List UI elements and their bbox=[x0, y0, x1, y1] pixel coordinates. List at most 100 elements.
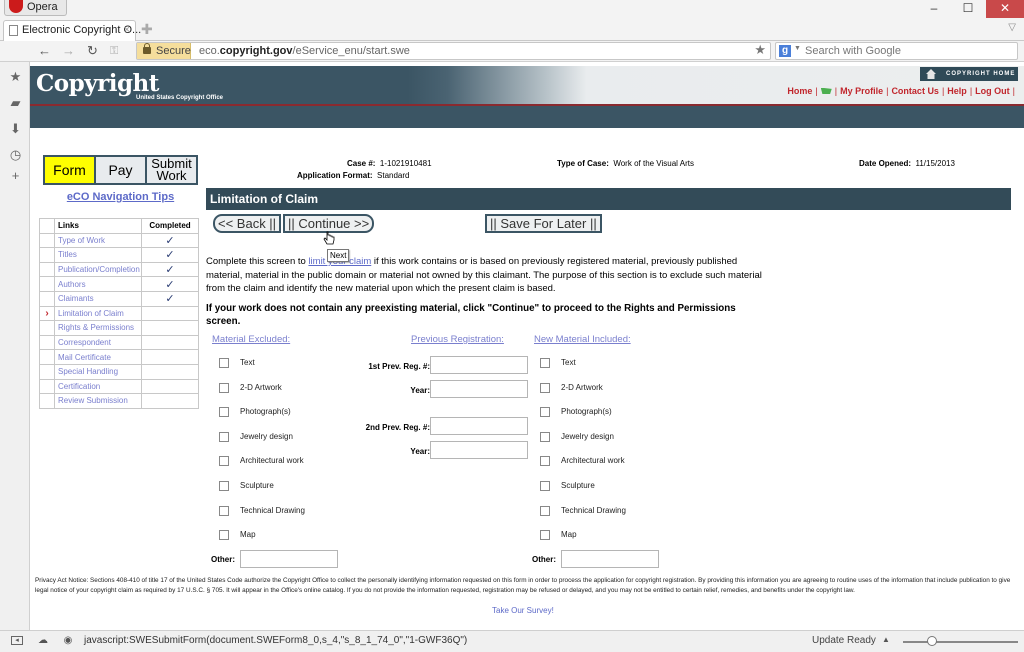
survey-link[interactable]: Take Our Survey! bbox=[492, 606, 554, 615]
first-reg-input[interactable] bbox=[430, 356, 528, 374]
navigation-tips-link[interactable]: eCO Navigation Tips bbox=[43, 191, 198, 203]
new-material-checkbox[interactable] bbox=[540, 456, 550, 467]
format-value: Standard bbox=[377, 171, 410, 180]
link-row[interactable]: Rights & Permissions bbox=[39, 320, 199, 336]
link-label[interactable]: Certification bbox=[54, 378, 142, 395]
link-label[interactable]: Titles bbox=[54, 247, 142, 263]
cart-icon[interactable] bbox=[820, 87, 832, 95]
tab-menu-icon[interactable]: ▽ bbox=[1008, 22, 1016, 33]
update-ready[interactable]: Update Ready bbox=[812, 635, 876, 646]
link-label[interactable]: Publication/Completion bbox=[54, 261, 142, 278]
link-row[interactable]: Certification bbox=[39, 378, 199, 395]
link-label[interactable]: Review Submission bbox=[54, 393, 142, 409]
new-material-checkbox[interactable] bbox=[540, 382, 550, 393]
home-link[interactable]: Home bbox=[787, 86, 812, 96]
material-excluded-header[interactable]: Material Excluded: bbox=[212, 334, 290, 345]
first-year-input[interactable] bbox=[430, 380, 528, 398]
excluded-checkbox[interactable] bbox=[219, 382, 229, 393]
new-material-checkbox[interactable] bbox=[540, 358, 550, 368]
new-tab-icon[interactable]: ✚ bbox=[141, 21, 153, 38]
second-reg-input[interactable] bbox=[430, 417, 528, 435]
checkmark-icon bbox=[141, 393, 199, 409]
forward-arrow-icon[interactable]: → bbox=[62, 42, 75, 60]
excluded-checkbox[interactable] bbox=[219, 505, 229, 516]
new-material-header[interactable]: New Material Included: bbox=[534, 334, 631, 345]
bookmarks-star-icon[interactable]: ★ bbox=[9, 70, 22, 83]
link-row[interactable]: Special Handling bbox=[39, 363, 199, 380]
link-row[interactable]: Mail Certificate bbox=[39, 349, 199, 365]
help-link[interactable]: Help bbox=[947, 86, 967, 96]
new-material-checkbox[interactable] bbox=[540, 530, 550, 541]
link-label[interactable]: Authors bbox=[54, 276, 142, 292]
history-clock-icon[interactable]: ◷ bbox=[9, 148, 22, 161]
link-label[interactable]: Correspondent bbox=[54, 334, 142, 351]
add-panel-icon[interactable]: + bbox=[9, 169, 22, 182]
excluded-checkbox[interactable] bbox=[219, 358, 229, 368]
excluded-checkbox[interactable] bbox=[219, 481, 229, 491]
my-profile-link[interactable]: My Profile bbox=[840, 86, 883, 96]
link-row[interactable]: Authors ✓ bbox=[39, 276, 199, 292]
cloud-icon[interactable]: ☁ bbox=[37, 636, 49, 646]
link-row[interactable]: Correspondent bbox=[39, 334, 199, 351]
link-label[interactable]: Type of Work bbox=[54, 232, 142, 249]
maximize-button[interactable]: ☐ bbox=[954, 0, 982, 18]
reload-icon[interactable]: ↻ bbox=[87, 42, 98, 60]
new-material-other-input[interactable] bbox=[561, 550, 659, 568]
google-icon[interactable]: g bbox=[779, 45, 791, 57]
new-material-checkbox[interactable] bbox=[540, 407, 550, 418]
step-pay[interactable]: Pay bbox=[96, 157, 145, 183]
bookmark-star-icon[interactable]: ★ bbox=[754, 42, 766, 58]
excluded-other-input[interactable] bbox=[240, 550, 338, 568]
step-submit-work[interactable]: Submit Work bbox=[147, 157, 196, 183]
new-material-checkbox-label: Text bbox=[561, 358, 576, 367]
link-label[interactable]: Mail Certificate bbox=[54, 349, 142, 365]
chevron-down-icon[interactable]: ▼ bbox=[794, 45, 801, 52]
link-row[interactable]: Publication/Completion ✓ bbox=[39, 261, 199, 278]
link-label[interactable]: Claimants bbox=[54, 290, 142, 307]
url-text[interactable]: eco.copyright.gov/eService_enu/start.swe bbox=[199, 43, 410, 59]
link-row[interactable]: › Limitation of Claim bbox=[39, 305, 199, 322]
opera-menu-button[interactable]: Opera bbox=[4, 0, 67, 16]
step-form[interactable]: Form bbox=[45, 157, 94, 183]
contact-us-link[interactable]: Contact Us bbox=[891, 86, 939, 96]
back-button[interactable]: << Back || bbox=[213, 214, 282, 233]
minimize-button[interactable]: – bbox=[920, 0, 948, 18]
second-year-input[interactable] bbox=[430, 441, 528, 459]
close-window-button[interactable]: ✕ bbox=[986, 0, 1024, 18]
link-label[interactable]: Limitation of Claim bbox=[54, 305, 142, 322]
zoom-slider[interactable] bbox=[903, 641, 1018, 643]
secure-badge[interactable]: Secure bbox=[137, 43, 191, 59]
previous-registration-header[interactable]: Previous Registration: bbox=[411, 334, 504, 345]
new-material-checkbox[interactable] bbox=[540, 505, 550, 516]
save-for-later-button[interactable]: || Save For Later || bbox=[485, 214, 602, 233]
excluded-checkbox[interactable] bbox=[219, 407, 229, 418]
excluded-checkbox[interactable] bbox=[219, 530, 229, 541]
new-material-checkbox[interactable] bbox=[540, 431, 550, 442]
key-icon[interactable]: ⚿ bbox=[110, 42, 118, 60]
log-out-link[interactable]: Log Out bbox=[975, 86, 1010, 96]
link-label[interactable]: Rights & Permissions bbox=[54, 320, 142, 336]
link-row[interactable]: Claimants ✓ bbox=[39, 290, 199, 307]
copyright-logo[interactable]: Copyright bbox=[36, 70, 159, 97]
link-row[interactable]: Titles ✓ bbox=[39, 247, 199, 263]
browser-tab[interactable]: Electronic Copyright O... × bbox=[3, 20, 141, 41]
new-material-checkbox-label: Map bbox=[561, 530, 577, 540]
address-bar[interactable]: Secure eco.copyright.gov/eService_enu/st… bbox=[136, 42, 771, 60]
link-label[interactable]: Special Handling bbox=[54, 363, 142, 380]
downloads-icon[interactable]: ⬇ bbox=[9, 122, 22, 135]
excluded-checkbox-label: Text bbox=[240, 358, 255, 367]
caret-up-icon[interactable]: ▲ bbox=[882, 635, 890, 644]
turbo-icon[interactable]: ◉ bbox=[62, 636, 74, 646]
back-arrow-icon[interactable]: ← bbox=[38, 42, 51, 60]
panel-toggle-icon[interactable]: ◂ bbox=[11, 636, 23, 645]
link-row[interactable]: Review Submission bbox=[39, 393, 199, 409]
zoom-slider-handle[interactable] bbox=[926, 636, 937, 646]
tab-close-icon[interactable]: × bbox=[124, 21, 130, 40]
notes-icon[interactable]: ▰ bbox=[9, 96, 22, 109]
new-material-checkbox[interactable] bbox=[540, 481, 550, 491]
link-row[interactable]: Type of Work ✓ bbox=[39, 232, 199, 249]
search-box[interactable]: g ▼ Search with Google bbox=[775, 42, 1018, 60]
excluded-checkbox[interactable] bbox=[219, 456, 229, 467]
copyright-home-button[interactable]: COPYRIGHT HOME bbox=[920, 67, 1018, 81]
excluded-checkbox[interactable] bbox=[219, 431, 229, 442]
